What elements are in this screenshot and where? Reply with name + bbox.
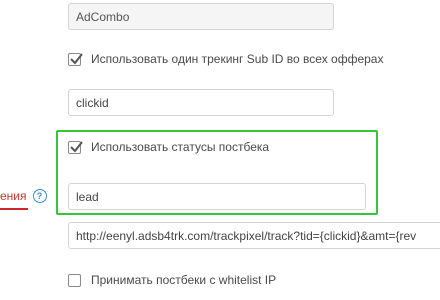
postback-url-input[interactable]: http://eenyl.adsb4trk.com/trackpixel/tra… xyxy=(68,222,440,249)
single-subid-checkbox-row[interactable]: Использовать один трекинг Sub ID во всех… xyxy=(68,50,383,68)
source-name-field[interactable]: AdCombo xyxy=(68,3,334,30)
use-statuses-checkbox[interactable] xyxy=(68,140,83,154)
whitelist-label: Принимать постбеки с whitelist IP xyxy=(91,273,277,287)
subid-param-input[interactable]: clickid xyxy=(68,89,334,116)
use-statuses-checkbox-row[interactable]: Использовать статусы постбека xyxy=(68,138,269,156)
status-value-input[interactable]: lead xyxy=(68,183,366,210)
side-field-label: ения ? xyxy=(0,186,47,206)
whitelist-checkbox[interactable] xyxy=(68,273,81,287)
use-statuses-label: Использовать статусы постбека xyxy=(91,140,270,154)
single-subid-label: Использовать один трекинг Sub ID во всех… xyxy=(91,52,384,66)
whitelist-checkbox-row[interactable]: Принимать постбеки с whitelist IP xyxy=(68,271,276,289)
checkmark-icon xyxy=(70,140,83,153)
side-label-text: ения xyxy=(0,189,27,203)
single-subid-checkbox[interactable] xyxy=(68,52,83,66)
help-icon[interactable]: ? xyxy=(32,189,47,203)
checkmark-icon xyxy=(70,52,83,65)
red-underline xyxy=(0,208,28,210)
